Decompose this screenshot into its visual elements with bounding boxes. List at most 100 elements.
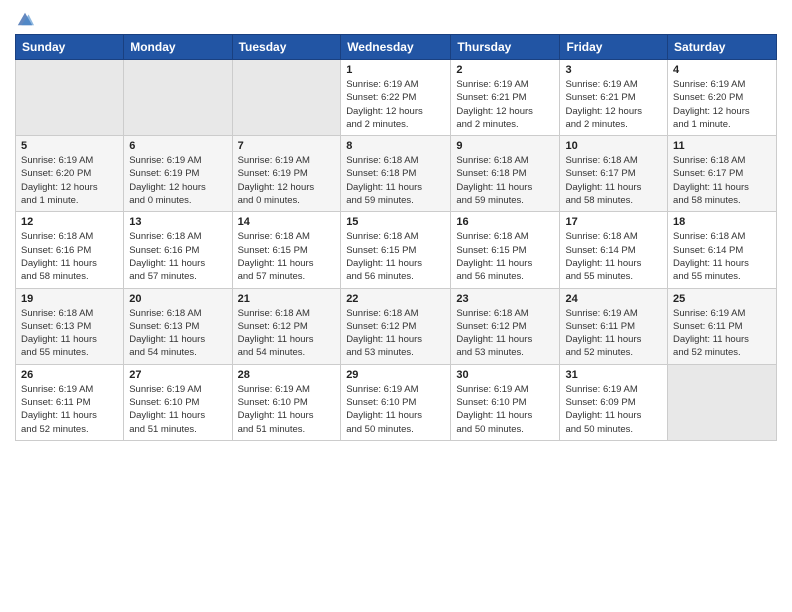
daylight-text: Daylight: 11 hours xyxy=(21,258,97,269)
week-row-2: 5Sunrise: 6:19 AMSunset: 6:20 PMDaylight… xyxy=(16,136,777,212)
daylight-text: and 50 minutes. xyxy=(565,424,633,435)
calendar-cell: 12Sunrise: 6:18 AMSunset: 6:16 PMDayligh… xyxy=(16,212,124,288)
day-info: Sunrise: 6:19 AMSunset: 6:10 PMDaylight:… xyxy=(238,383,336,436)
sunset-text: Sunset: 6:12 PM xyxy=(346,321,416,332)
day-info: Sunrise: 6:18 AMSunset: 6:14 PMDaylight:… xyxy=(565,230,662,283)
sunrise-text: Sunrise: 6:19 AM xyxy=(565,308,637,319)
weekday-header-wednesday: Wednesday xyxy=(341,35,451,60)
weekday-header-row: SundayMondayTuesdayWednesdayThursdayFrid… xyxy=(16,35,777,60)
sunrise-text: Sunrise: 6:18 AM xyxy=(346,155,418,166)
daylight-text: and 58 minutes. xyxy=(21,271,89,282)
day-number: 27 xyxy=(129,369,226,381)
day-number: 8 xyxy=(346,140,445,152)
daylight-text: and 50 minutes. xyxy=(346,424,414,435)
sunset-text: Sunset: 6:10 PM xyxy=(456,397,526,408)
daylight-text: and 53 minutes. xyxy=(346,347,414,358)
day-number: 2 xyxy=(456,64,554,76)
day-number: 17 xyxy=(565,216,662,228)
daylight-text: Daylight: 11 hours xyxy=(129,410,205,421)
calendar-cell xyxy=(668,364,777,440)
calendar-cell xyxy=(124,60,232,136)
sunrise-text: Sunrise: 6:18 AM xyxy=(456,155,528,166)
day-info: Sunrise: 6:19 AMSunset: 6:11 PMDaylight:… xyxy=(565,307,662,360)
sunset-text: Sunset: 6:11 PM xyxy=(565,321,635,332)
calendar-cell: 6Sunrise: 6:19 AMSunset: 6:19 PMDaylight… xyxy=(124,136,232,212)
daylight-text: Daylight: 11 hours xyxy=(565,410,641,421)
calendar-cell: 7Sunrise: 6:19 AMSunset: 6:19 PMDaylight… xyxy=(232,136,341,212)
daylight-text: Daylight: 12 hours xyxy=(21,182,98,193)
calendar-cell: 10Sunrise: 6:18 AMSunset: 6:17 PMDayligh… xyxy=(560,136,668,212)
calendar-cell: 17 Sunrise: 6:18 AMSunset: 6:14 PMDayligh… xyxy=(560,212,668,288)
day-info: Sunrise: 6:19 AMSunset: 6:09 PMDaylight:… xyxy=(565,383,662,436)
sunset-text: Sunset: 6:13 PM xyxy=(129,321,199,332)
day-number: 3 xyxy=(565,64,662,76)
calendar-cell: 21Sunrise: 6:18 AMSunset: 6:12 PMDayligh… xyxy=(232,288,341,364)
day-info: Sunrise: 6:19 AMSunset: 6:11 PMDaylight:… xyxy=(673,307,771,360)
sunset-text: Sunset: 6:11 PM xyxy=(673,321,743,332)
daylight-text: and 58 minutes. xyxy=(673,195,741,206)
day-info: Sunrise: 6:19 AMSunset: 6:10 PMDaylight:… xyxy=(456,383,554,436)
daylight-text: Daylight: 12 hours xyxy=(673,106,750,117)
daylight-text: and 57 minutes. xyxy=(238,271,306,282)
daylight-text: Daylight: 11 hours xyxy=(21,334,97,345)
calendar-cell xyxy=(16,60,124,136)
daylight-text: and 52 minutes. xyxy=(673,347,741,358)
day-number: 9 xyxy=(456,140,554,152)
daylight-text: Daylight: 11 hours xyxy=(238,334,314,345)
day-info: Sunrise: 6:18 AMSunset: 6:12 PMDaylight:… xyxy=(346,307,445,360)
day-info: Sunrise: 6:18 AMSunset: 6:13 PMDaylight:… xyxy=(129,307,226,360)
sunrise-text: Sunrise: 6:18 AM xyxy=(346,231,418,242)
sunrise-text: Sunrise: 6:18 AM xyxy=(565,155,637,166)
day-info: Sunrise: 6:18 AMSunset: 6:16 PMDaylight:… xyxy=(21,230,118,283)
sunrise-text: Sunrise: 6:18 AM xyxy=(673,231,745,242)
calendar-cell: 11Sunrise: 6:18 AMSunset: 6:17 PMDayligh… xyxy=(668,136,777,212)
day-info: Sunrise: 6:18 AMSunset: 6:12 PMDaylight:… xyxy=(456,307,554,360)
daylight-text: and 55 minutes. xyxy=(21,347,89,358)
day-info: Sunrise: 6:18 AMSunset: 6:16 PMDaylight:… xyxy=(129,230,226,283)
sunset-text: Sunset: 6:16 PM xyxy=(129,245,199,256)
day-number: 24 xyxy=(565,293,662,305)
daylight-text: Daylight: 11 hours xyxy=(346,334,422,345)
day-info: Sunrise: 6:18 AMSunset: 6:18 PMDaylight:… xyxy=(456,154,554,207)
daylight-text: and 59 minutes. xyxy=(456,195,524,206)
daylight-text: Daylight: 11 hours xyxy=(673,334,749,345)
sunrise-text: Sunrise: 6:19 AM xyxy=(346,384,418,395)
daylight-text: Daylight: 11 hours xyxy=(129,258,205,269)
weekday-header-friday: Friday xyxy=(560,35,668,60)
daylight-text: Daylight: 11 hours xyxy=(565,182,641,193)
day-number: 30 xyxy=(456,369,554,381)
calendar-cell: 29Sunrise: 6:19 AMSunset: 6:10 PMDayligh… xyxy=(341,364,451,440)
daylight-text: and 1 minute. xyxy=(673,119,731,130)
day-number: 13 xyxy=(129,216,226,228)
calendar-cell: 8Sunrise: 6:18 AMSunset: 6:18 PMDaylight… xyxy=(341,136,451,212)
day-info: Sunrise: 6:19 AMSunset: 6:20 PMDaylight:… xyxy=(21,154,118,207)
sunrise-text: Sunrise: 6:18 AM xyxy=(456,308,528,319)
calendar-cell: 16Sunrise: 6:18 AMSunset: 6:15 PMDayligh… xyxy=(451,212,560,288)
calendar-cell: 27Sunrise: 6:19 AMSunset: 6:10 PMDayligh… xyxy=(124,364,232,440)
sunset-text: Sunset: 6:21 PM xyxy=(456,92,526,103)
sunset-text: Sunset: 6:15 PM xyxy=(346,245,416,256)
day-info: Sunrise: 6:19 AMSunset: 6:20 PMDaylight:… xyxy=(673,78,771,131)
daylight-text: Daylight: 11 hours xyxy=(346,182,422,193)
day-info: Sunrise: 6:19 AMSunset: 6:11 PMDaylight:… xyxy=(21,383,118,436)
day-number: 26 xyxy=(21,369,118,381)
sunset-text: Sunset: 6:19 PM xyxy=(129,168,199,179)
sunset-text: Sunset: 6:10 PM xyxy=(346,397,416,408)
week-row-3: 12Sunrise: 6:18 AMSunset: 6:16 PMDayligh… xyxy=(16,212,777,288)
day-number: 18 xyxy=(673,216,771,228)
sunrise-text: Sunrise: 6:19 AM xyxy=(21,155,93,166)
weekday-header-tuesday: Tuesday xyxy=(232,35,341,60)
weekday-header-thursday: Thursday xyxy=(451,35,560,60)
daylight-text: Daylight: 11 hours xyxy=(565,258,641,269)
weekday-header-monday: Monday xyxy=(124,35,232,60)
daylight-text: and 0 minutes. xyxy=(238,195,300,206)
day-info: Sunrise: 6:19 AMSunset: 6:21 PMDaylight:… xyxy=(456,78,554,131)
calendar-cell: 3Sunrise: 6:19 AMSunset: 6:21 PMDaylight… xyxy=(560,60,668,136)
daylight-text: and 54 minutes. xyxy=(238,347,306,358)
day-info: Sunrise: 6:18 AMSunset: 6:15 PMDaylight:… xyxy=(456,230,554,283)
daylight-text: Daylight: 11 hours xyxy=(346,410,422,421)
header xyxy=(15,10,777,26)
daylight-text: and 51 minutes. xyxy=(129,424,197,435)
day-number: 19 xyxy=(21,293,118,305)
calendar-cell: 24Sunrise: 6:19 AMSunset: 6:11 PMDayligh… xyxy=(560,288,668,364)
